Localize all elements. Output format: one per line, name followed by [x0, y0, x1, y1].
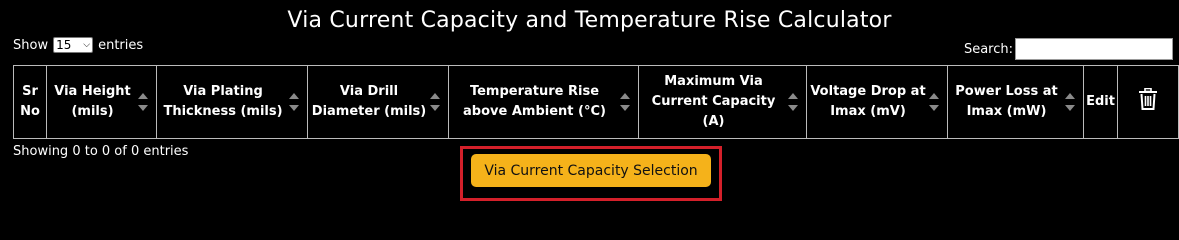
column-header-via-height[interactable]: Via Height (mils) — [46, 65, 157, 139]
sort-arrows-icon — [289, 93, 299, 111]
sort-arrows-icon — [929, 93, 939, 111]
column-label: Voltage Drop at Imax (mV) — [810, 84, 926, 119]
column-header-delete — [1117, 65, 1179, 139]
via-current-capacity-selection-button[interactable]: Via Current Capacity Selection — [471, 154, 711, 187]
sort-arrows-icon — [1065, 93, 1075, 111]
trash-icon — [1138, 87, 1158, 117]
show-label: Show — [13, 37, 49, 53]
table-header-row: Sr No Via Height (mils) Via Plating Thic… — [13, 65, 1179, 139]
search-input[interactable] — [1015, 38, 1173, 60]
entries-select-value: 15 — [56, 38, 72, 52]
column-header-voltage-drop[interactable]: Voltage Drop at Imax (mV) — [806, 65, 948, 139]
column-header-temperature-rise[interactable]: Temperature Rise above Ambient (°C) — [448, 65, 639, 139]
column-header-edit: Edit — [1083, 65, 1118, 139]
sort-arrows-icon — [620, 93, 630, 111]
results-table: Sr No Via Height (mils) Via Plating Thic… — [13, 65, 1179, 139]
entries-select[interactable]: 15 ⌵ — [53, 37, 94, 53]
table-info: Showing 0 to 0 of 0 entries — [13, 144, 189, 159]
entries-length-control: Show 15 ⌵ entries — [13, 37, 143, 53]
sort-arrows-icon — [430, 93, 440, 111]
sort-arrows-icon — [788, 93, 798, 111]
page-title: Via Current Capacity and Temperature Ris… — [287, 8, 892, 33]
column-label: Edit — [1086, 94, 1115, 109]
column-header-via-drill-diameter[interactable]: Via Drill Diameter (mils) — [307, 65, 449, 139]
column-label: Power Loss at Imax (mW) — [955, 84, 1058, 119]
sort-arrows-icon — [138, 93, 148, 111]
entries-label: entries — [98, 37, 144, 53]
column-label: Temperature Rise above Ambient (°C) — [463, 84, 606, 119]
column-label: Via Plating Thickness (mils) — [163, 84, 283, 119]
search-control: Search: — [964, 38, 1173, 60]
column-header-via-plating-thickness[interactable]: Via Plating Thickness (mils) — [156, 65, 308, 139]
column-label: Maximum Via Current Capacity (A) — [651, 74, 776, 129]
column-header-max-via-current[interactable]: Maximum Via Current Capacity (A) — [638, 65, 807, 139]
column-header-sr-no: Sr No — [13, 65, 47, 139]
column-label: Sr No — [20, 84, 40, 119]
column-header-power-loss[interactable]: Power Loss at Imax (mW) — [947, 65, 1084, 139]
column-label: Via Drill Diameter (mils) — [311, 84, 427, 119]
search-label: Search: — [963, 41, 1013, 57]
chevron-down-icon: ⌵ — [83, 40, 91, 50]
